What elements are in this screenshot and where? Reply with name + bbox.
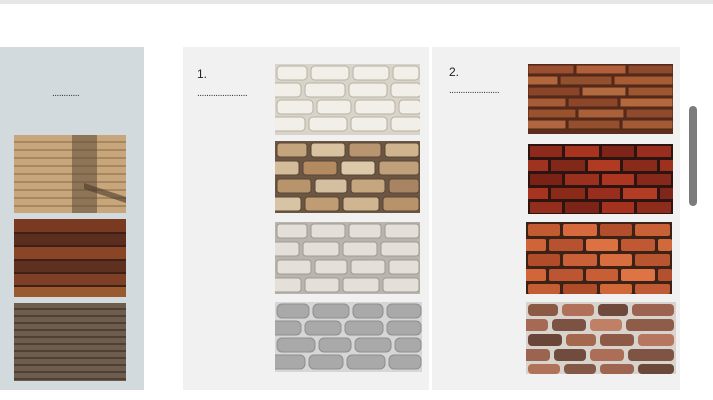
tan-brick-swatch [275,141,420,213]
light-grey-brick-swatch [275,222,420,294]
option-2-number: 2. [449,65,460,79]
option-1-panel: 1. ...................... [183,47,429,390]
left-panel: ............ [0,47,144,390]
orange-brick-swatch [526,222,672,294]
option-2-panel: 2. ...................... [432,47,680,390]
top-border [0,0,713,4]
red-brown-strips-swatch [14,219,126,297]
beige-stone-swatch [14,135,126,213]
multicolor-stone-brick-swatch [526,302,676,374]
option-2-answer-blank: ...................... [449,85,500,96]
option-1-number: 1. [197,67,208,81]
left-answer-blank: ............ [52,88,80,99]
grey-stone-brick-swatch [275,302,422,372]
dark-stone-strips-swatch [14,303,126,381]
red-brick-slim-swatch [528,64,673,134]
white-brick-swatch [275,64,420,135]
red-brick-swatch [528,144,673,214]
option-1-answer-blank: ...................... [197,88,248,99]
vertical-scrollbar-thumb[interactable] [689,106,697,206]
